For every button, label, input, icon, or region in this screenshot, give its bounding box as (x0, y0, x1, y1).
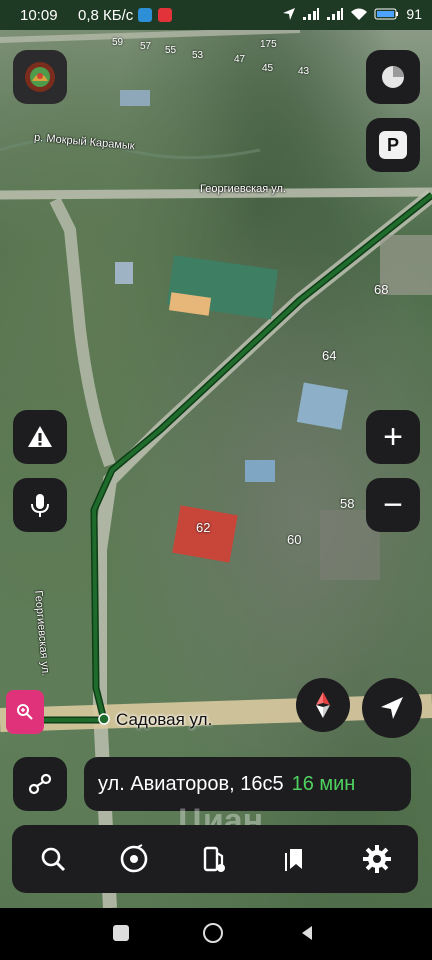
destination-address: ул. Авиаторов, 16с5 (98, 772, 284, 795)
app-notification-icon (138, 8, 152, 22)
search-button[interactable] (29, 835, 77, 883)
voice-assistant-button[interactable] (13, 478, 67, 532)
street-label-georgievskaya: Георгиевская ул. (200, 183, 286, 195)
bookmark-icon (285, 849, 303, 871)
location-icon (283, 8, 296, 20)
profile-button[interactable] (13, 50, 67, 104)
route-overview-button[interactable] (6, 690, 44, 734)
fuel-icon (203, 846, 225, 872)
signal-icon (303, 8, 320, 20)
house-number: 58 (340, 496, 355, 511)
warning-icon (28, 426, 52, 447)
avatar-icon (25, 62, 55, 92)
network-speed: 0,8 КБ/с (78, 7, 134, 24)
house-number: 47 (234, 54, 246, 65)
route-eta: 16 мин (291, 772, 356, 795)
battery-level: 91 (406, 6, 422, 22)
route-icon (28, 773, 52, 795)
system-navigation-bar (0, 908, 432, 960)
compass-button[interactable] (296, 678, 350, 732)
zoom-out-button[interactable]: − (366, 478, 420, 532)
battery-icon (374, 8, 399, 20)
settings-button[interactable] (353, 835, 401, 883)
house-number: 43 (298, 66, 310, 77)
house-number: 64 (322, 348, 337, 363)
house-number: 57 (140, 41, 152, 52)
music-button[interactable] (110, 835, 158, 883)
recent-apps-icon[interactable] (113, 925, 129, 941)
microphone-icon (31, 494, 49, 517)
home-icon[interactable] (203, 923, 223, 943)
my-location-button[interactable] (362, 678, 422, 738)
street-label-sadovaya: Садовая ул. (116, 710, 213, 729)
bookmarks-button[interactable] (272, 835, 320, 883)
house-number: 62 (196, 520, 211, 535)
parking-button[interactable]: P (366, 118, 420, 172)
route-options-button[interactable] (13, 757, 67, 811)
gear-icon (363, 845, 392, 873)
status-time: 10:09 (20, 7, 58, 24)
fuel-button[interactable] (191, 835, 239, 883)
music-icon (120, 844, 148, 873)
map-layers-button[interactable] (366, 50, 420, 104)
house-number: 60 (287, 532, 302, 547)
navigation-arrow-icon (381, 697, 403, 719)
report-incident-button[interactable] (13, 410, 67, 464)
layers-icon (382, 66, 404, 88)
parking-icon: P (379, 131, 407, 159)
house-number: 55 (165, 45, 177, 56)
signal-icon (327, 8, 344, 20)
house-number: 45 (262, 63, 274, 74)
house-number: 68 (374, 282, 389, 297)
status-bar: 10:09 0,8 КБ/с 91 (0, 0, 432, 30)
house-number: 53 (192, 50, 204, 61)
status-indicators: 91 (282, 6, 422, 22)
back-icon[interactable] (298, 924, 316, 942)
search-icon (41, 847, 65, 872)
bottom-toolbar (12, 825, 418, 893)
compass-icon (316, 692, 330, 718)
zoom-icon (17, 704, 33, 720)
zoom-in-button[interactable]: + (366, 410, 420, 464)
app-notification-icon (158, 8, 172, 22)
wifi-icon (351, 8, 368, 20)
house-number: 59 (112, 37, 124, 48)
house-number: 175 (260, 39, 277, 50)
